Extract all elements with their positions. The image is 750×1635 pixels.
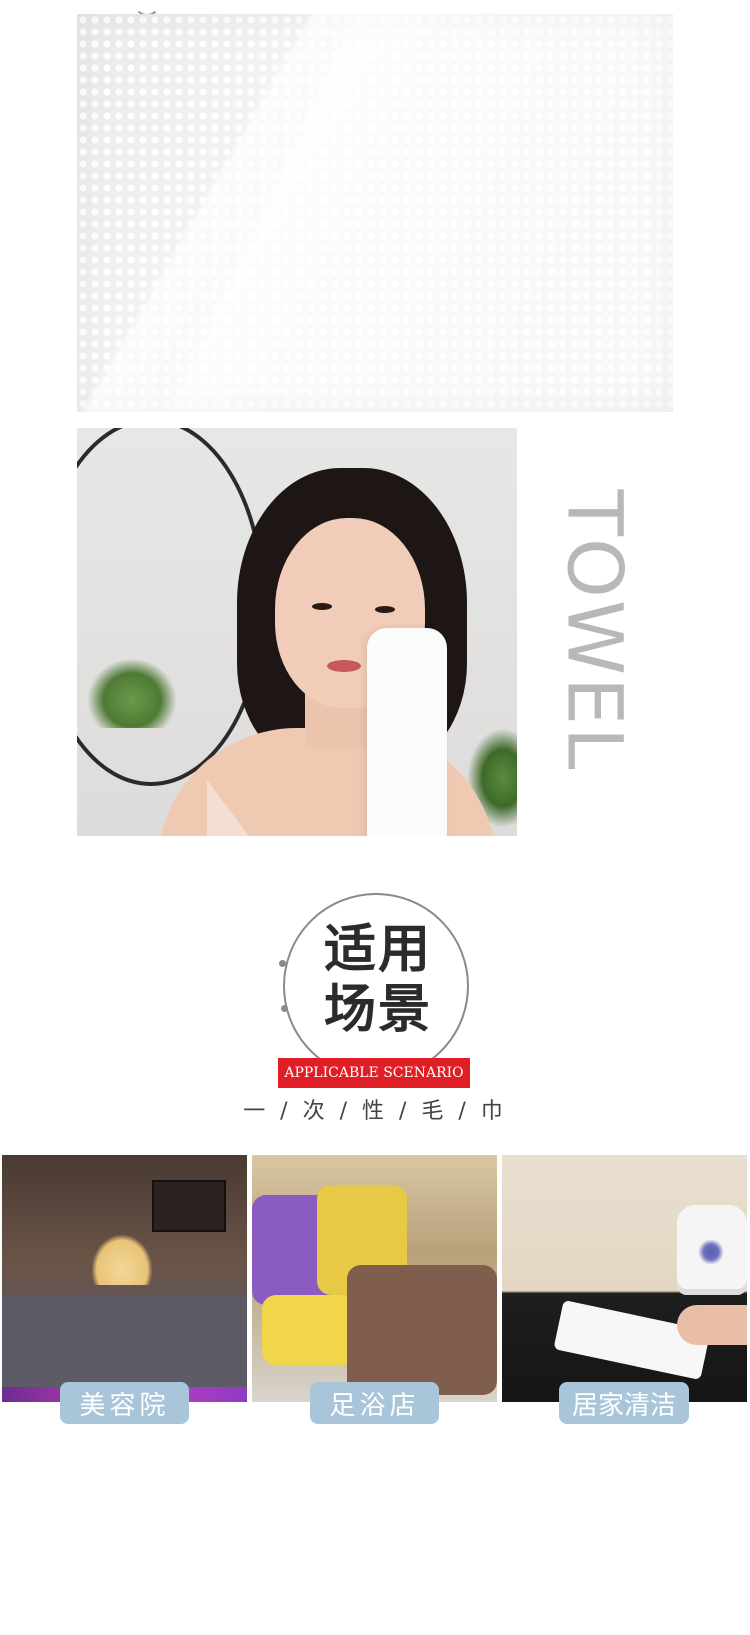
spa-footrest-yellow [262,1295,357,1365]
section-title: 适用 场景 [303,920,453,1040]
model-lips [327,660,361,672]
spa-chair-brown [347,1265,497,1395]
scenario-label-foot-spa: 足浴店 [310,1382,439,1424]
scenario-card-home-cleaning [502,1155,747,1402]
scenario-label-home-cleaning: 居家清洁 [559,1382,689,1424]
towel-text: TOWEL [550,489,640,771]
hand [677,1305,747,1345]
section-title-line2: 场景 [323,979,432,1040]
section-english-badge: APPLICABLE SCENARIO [278,1058,470,1088]
model-eye-left [312,603,332,610]
section-english-label: APPLICABLE SCENARIO [284,1065,464,1081]
section-subtitle: 一 / 次 / 性 / 毛 / 巾 [243,1099,507,1124]
scenario-label-beauty-salon: 美容院 [60,1382,189,1424]
heading-circle-dot [281,1005,288,1012]
scenario-label-text: 美容院 [79,1390,170,1421]
tv-screen [152,1180,226,1232]
scenario-card-beauty-salon [2,1155,247,1402]
towel-swans [92,1235,152,1285]
heading-circle-dot [279,960,286,967]
scenario-card-foot-spa [252,1155,497,1402]
scenario-label-text: 足浴店 [329,1390,420,1421]
section-title-line1: 适用 [323,919,432,980]
white-towel [367,628,447,836]
model-with-towel-photo [77,428,517,836]
towel-vertical-label: TOWEL [495,489,695,771]
model-eye-right [375,606,395,613]
rice-cooker-flower-print [697,1240,725,1264]
scenario-label-text: 居家清洁 [571,1390,676,1421]
fabric-fold-highlight [77,14,673,412]
plant-left [87,658,177,728]
